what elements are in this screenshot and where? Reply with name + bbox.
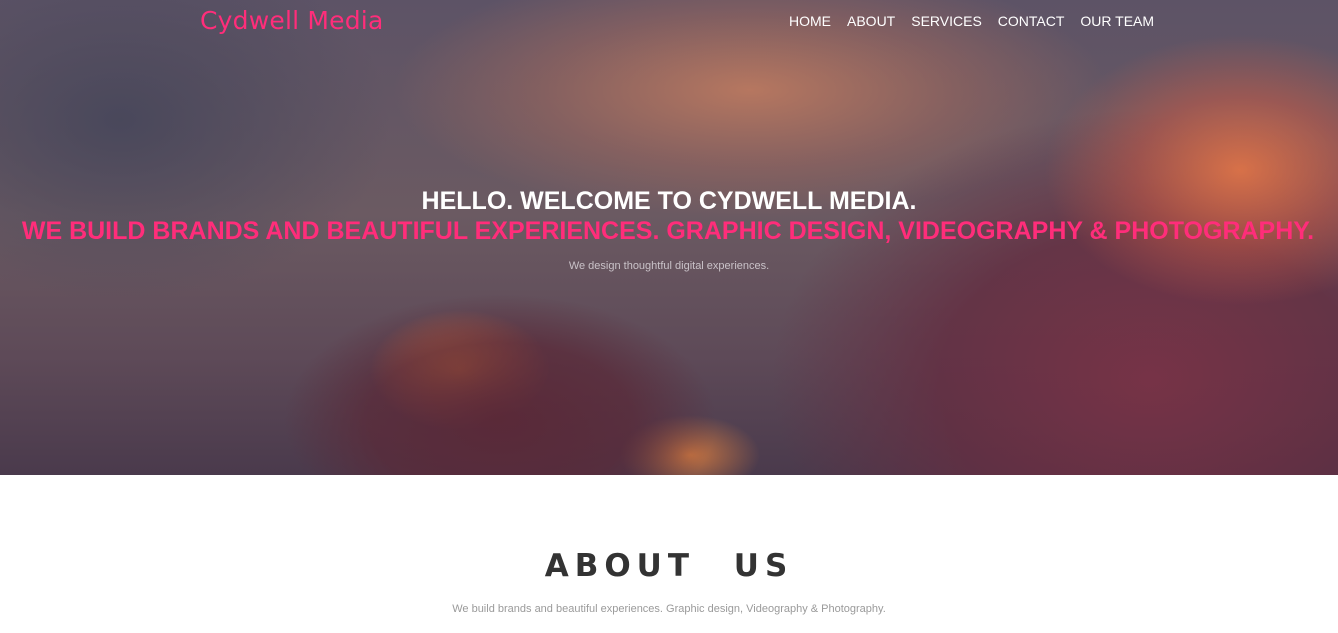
nav-item-services[interactable]: SERVICES — [911, 13, 982, 29]
nav-item-our-team[interactable]: OUR TEAM — [1080, 13, 1154, 29]
nav-item-contact[interactable]: CONTACT — [998, 13, 1065, 29]
about-description: We build brands and beautiful experience… — [452, 603, 886, 615]
about-section: ABOUT US We build brands and beautiful e… — [0, 475, 1338, 633]
brand-logo[interactable]: Cydwell Media — [200, 6, 383, 35]
hero-subtitle: We design thoughtful digital experiences… — [568, 260, 770, 272]
nav-item-home[interactable]: HOME — [789, 13, 831, 29]
about-title: ABOUT US — [544, 548, 794, 584]
main-nav: HOME ABOUT SERVICES CONTACT OUR TEAM — [789, 13, 1170, 29]
hero-tagline-heading: WE BUILD BRANDS AND BEAUTIFUL EXPERIENCE… — [21, 217, 1315, 245]
hero-text-block: HELLO. WELCOME TO CYDWELL MEDIA. WE BUIL… — [0, 186, 1338, 272]
top-navigation-bar: Cydwell Media HOME ABOUT SERVICES CONTAC… — [0, 0, 1338, 44]
hero-welcome-heading: HELLO. WELCOME TO CYDWELL MEDIA. — [421, 187, 917, 215]
hero-section: Cydwell Media HOME ABOUT SERVICES CONTAC… — [0, 0, 1338, 475]
nav-item-about[interactable]: ABOUT — [847, 13, 895, 29]
